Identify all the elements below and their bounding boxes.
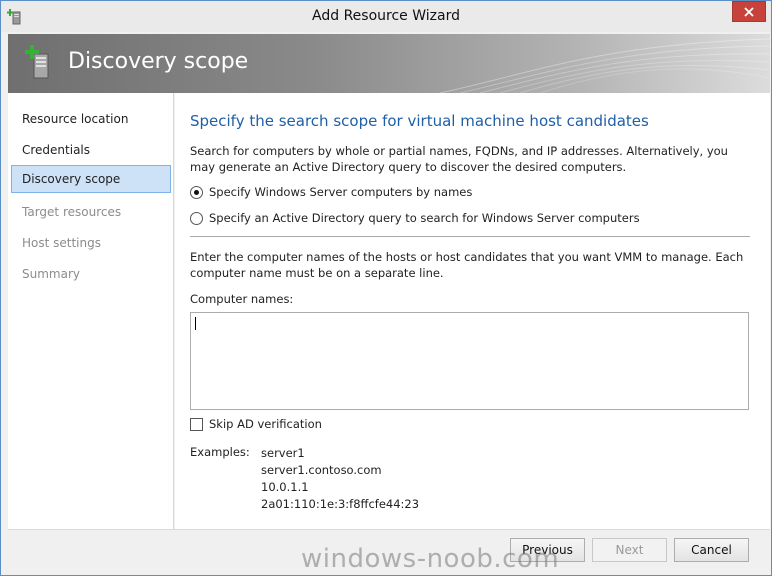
nav-item-resource-location[interactable]: Resource location [11,105,171,133]
examples-label: Examples: [190,445,250,459]
window-title: Add Resource Wizard [312,8,460,24]
example-item: server1 [261,446,305,460]
section-divider [190,236,750,237]
title-bar[interactable]: Add Resource Wizard [1,1,771,32]
cancel-button[interactable]: Cancel [674,538,749,562]
text-caret [195,317,196,330]
example-item: server1.contoso.com [261,463,382,477]
section-heading: Specify the search scope for virtual mac… [190,112,649,130]
site-watermark: windows-noob.com [301,544,560,574]
page-title: Discovery scope [68,49,249,74]
wizard-window: Add Resource Wizard Discovery scope Reso… [0,0,772,576]
nav-item-summary: Summary [22,267,80,281]
nav-item-credentials[interactable]: Credentials [11,136,171,164]
examples-list: server1 server1.contoso.com 10.0.1.1 2a0… [261,445,419,513]
wizard-content: Specify the search scope for virtual mac… [175,93,770,529]
skip-ad-checkbox[interactable] [190,417,203,431]
skip-ad-label: Skip AD verification [209,417,322,431]
radio-option-by-names[interactable]: Specify Windows Server computers by name… [190,185,472,199]
wizard-steps-nav: Resource location Credentials Discovery … [8,93,174,529]
nav-item-discovery-scope[interactable]: Discovery scope [11,165,171,193]
computer-names-label: Computer names: [190,292,294,306]
radio-button-unchecked[interactable] [190,211,203,225]
example-item: 10.0.1.1 [261,480,309,494]
skip-ad-verification-option[interactable]: Skip AD verification [190,417,322,431]
description-text: Search for computers by whole or partial… [190,144,728,174]
radio-label-by-names: Specify Windows Server computers by name… [209,185,473,199]
banner-wave-decoration [440,38,770,93]
computer-names-input[interactable] [190,312,749,410]
radio-option-ad-query[interactable]: Specify an Active Directory query to sea… [190,211,640,225]
next-button: Next [592,538,667,562]
header-banner: Discovery scope [8,34,770,93]
radio-button-checked[interactable] [190,185,203,199]
instructions-text: Enter the computer names of the hosts or… [190,250,744,280]
add-host-icon [25,45,49,79]
nav-item-target-resources: Target resources [22,205,122,219]
example-item: 2a01:110:1e:3:f8ffcfe44:23 [261,497,420,511]
close-icon [744,6,754,17]
close-button[interactable] [732,1,766,22]
nav-item-host-settings: Host settings [22,236,101,250]
radio-label-ad-query: Specify an Active Directory query to sea… [209,211,640,225]
